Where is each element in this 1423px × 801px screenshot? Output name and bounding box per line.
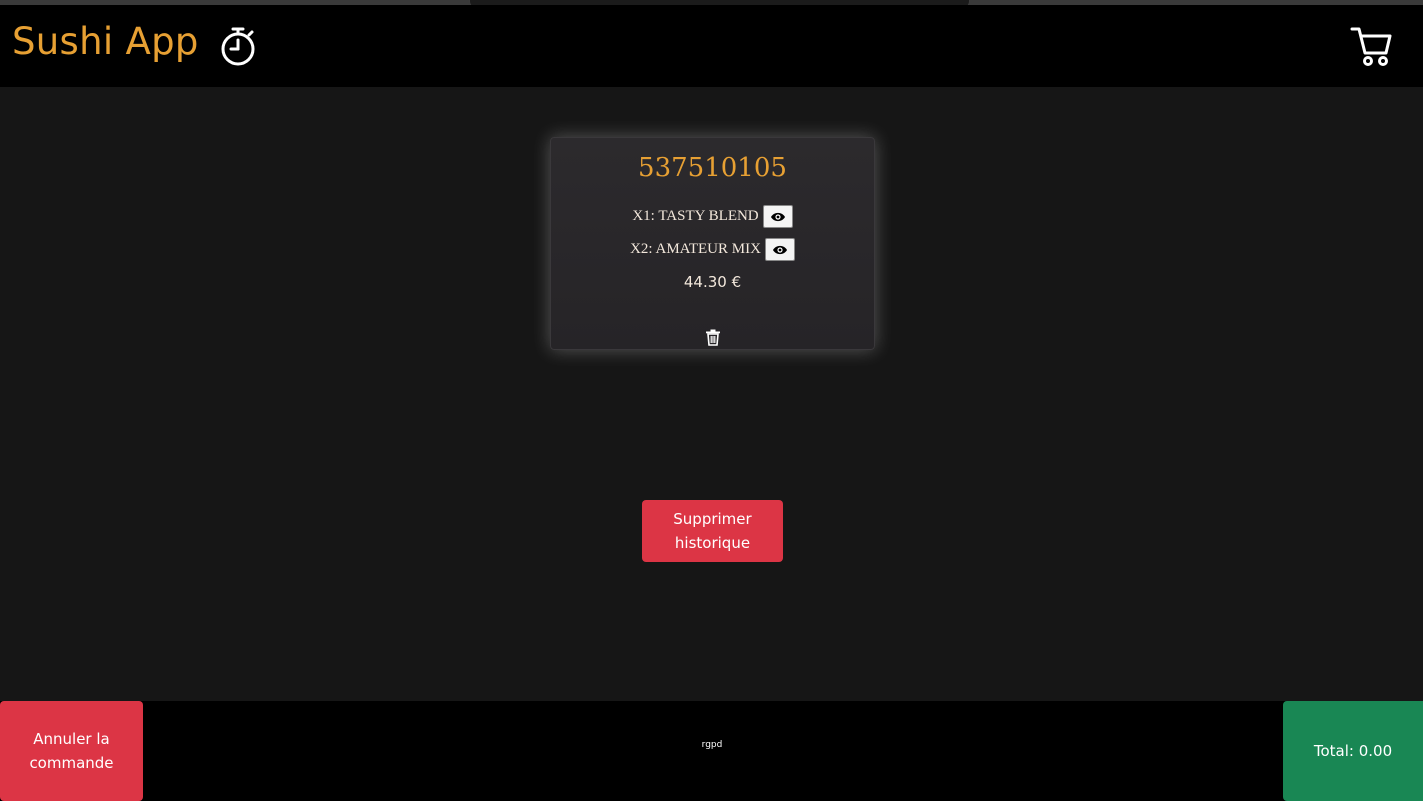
eye-icon (770, 212, 785, 221)
cancel-order-button[interactable]: Annuler la commande (0, 701, 143, 801)
trash-icon[interactable] (705, 329, 721, 346)
footer-bar: Annuler la commande rgpd Total: 0.00 (0, 701, 1423, 801)
rgpd-link[interactable]: rgpd (692, 740, 732, 750)
view-item-button[interactable] (762, 205, 793, 228)
order-item-label: X2: AMATEUR MIX (630, 241, 761, 257)
order-item: X2: AMATEUR MIX (551, 238, 874, 261)
clear-history-button[interactable]: Supprimer historique (642, 500, 783, 562)
cart-icon[interactable] (1350, 25, 1392, 67)
order-number: 537510105 (638, 153, 787, 183)
app-header: Sushi App (0, 5, 1423, 87)
total-button[interactable]: Total: 0.00 (1283, 701, 1423, 801)
order-card: 537510105 X1: TASTY BLEND X2: AMATEUR MI… (550, 137, 875, 350)
eye-icon (772, 245, 787, 254)
view-item-button[interactable] (764, 238, 795, 261)
order-item: X1: TASTY BLEND (551, 205, 874, 228)
app-title[interactable]: Sushi App (12, 20, 199, 63)
stopwatch-icon[interactable] (218, 25, 258, 67)
order-price: 44.30 € (683, 273, 742, 291)
order-item-label: X1: TASTY BLEND (632, 208, 759, 224)
